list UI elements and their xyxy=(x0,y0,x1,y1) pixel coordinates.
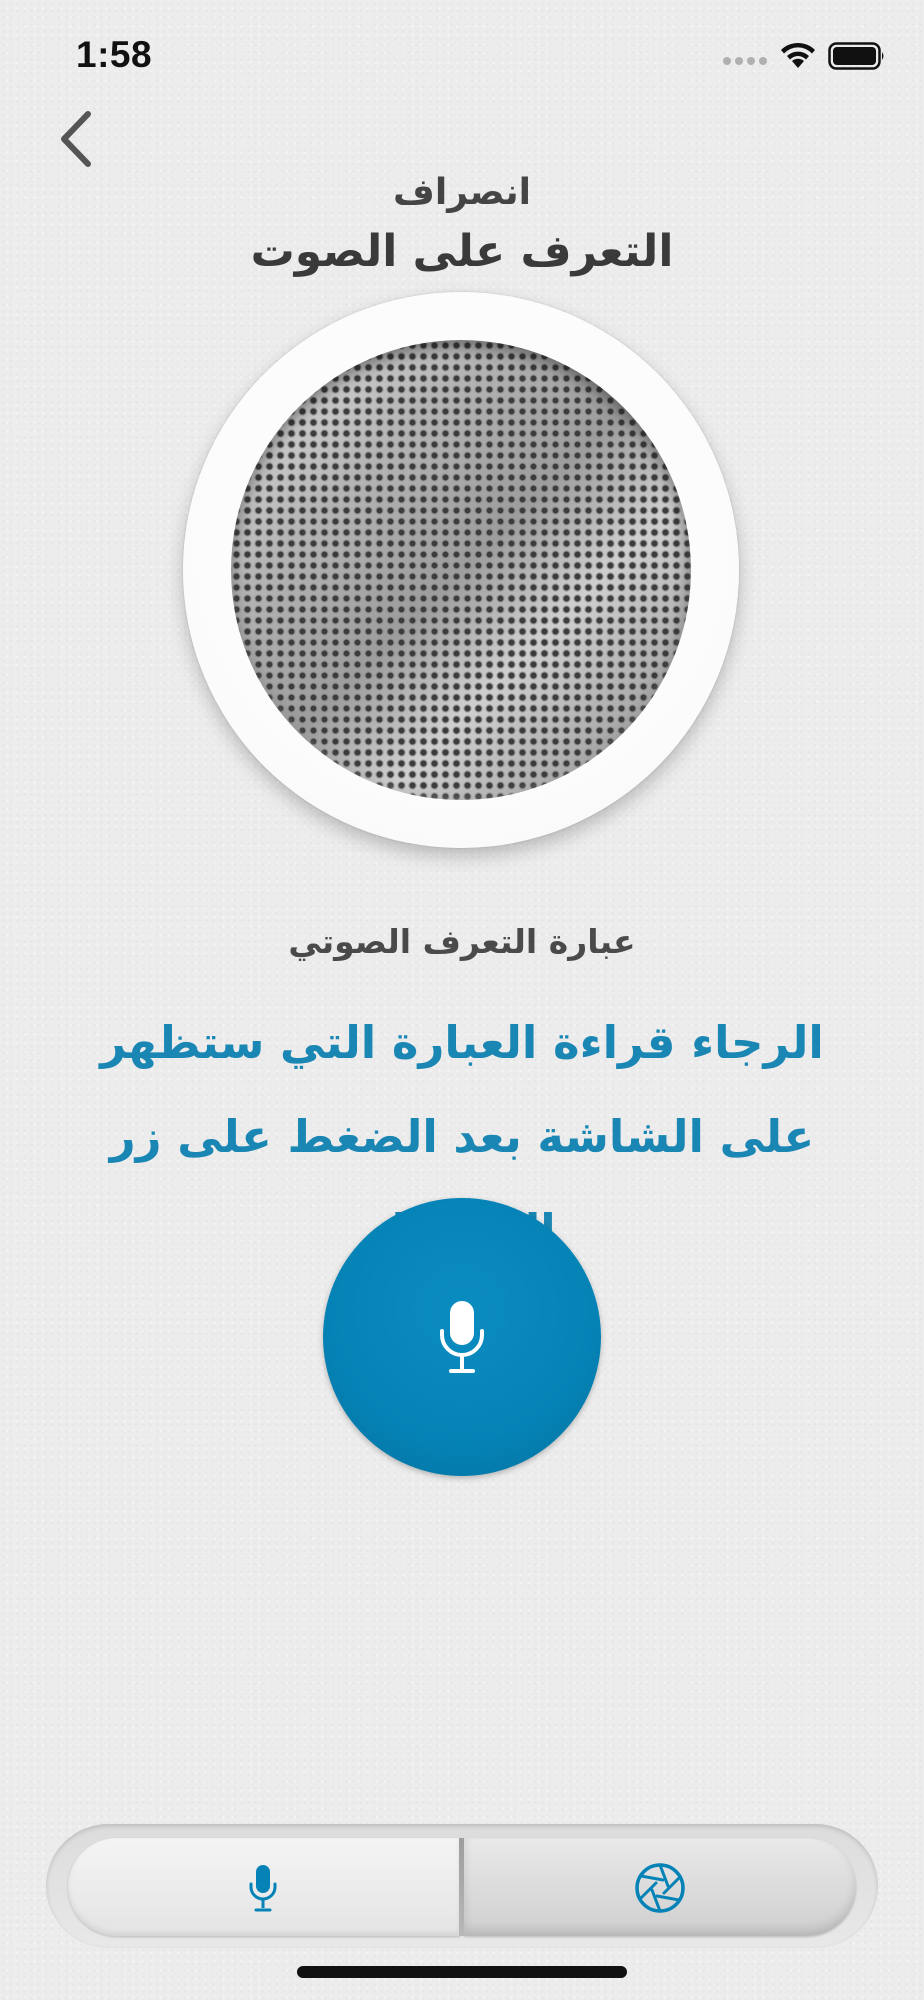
cancel-link[interactable]: انصراف xyxy=(0,172,924,213)
chevron-left-icon xyxy=(61,111,91,167)
camera-aperture-icon xyxy=(635,1863,685,1913)
microphone-icon xyxy=(249,1865,277,1912)
home-indicator xyxy=(297,1966,627,1978)
cellular-signal-icon xyxy=(723,57,767,65)
microphone-icon xyxy=(440,1301,484,1373)
phrase-label: عبارة التعرف الصوتي xyxy=(288,922,636,961)
record-button[interactable] xyxy=(323,1198,601,1476)
status-time: 1:58 xyxy=(76,34,153,75)
battery-icon xyxy=(828,42,884,70)
page-title: التعرف على الصوت xyxy=(250,226,674,277)
back-button[interactable] xyxy=(50,104,110,174)
status-bar: 1:58 xyxy=(0,0,924,110)
wifi-icon xyxy=(781,42,815,68)
speaker-grille xyxy=(231,340,691,800)
segment-divider xyxy=(459,1838,464,1936)
